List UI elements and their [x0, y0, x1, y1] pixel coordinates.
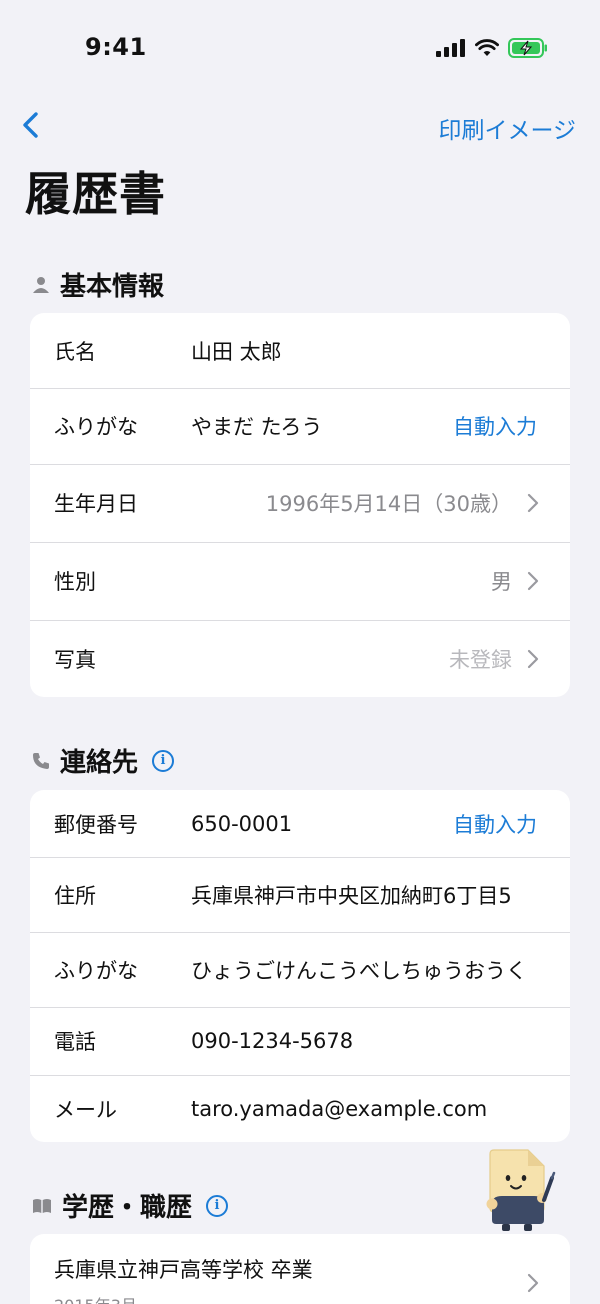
address-value: 兵庫県神戸市中央区加納町6丁目5	[191, 883, 512, 908]
auto-fill-button[interactable]: 自動入力	[453, 411, 537, 441]
phone-icon	[33, 752, 49, 769]
section-title: 基本情報	[60, 272, 165, 302]
row-label: 写真	[54, 647, 96, 672]
status-time: 9:41	[85, 33, 147, 61]
row-label: 住所	[54, 883, 96, 908]
row-label: 電話	[54, 1030, 96, 1054]
name-value: 山田 太郎	[191, 339, 282, 364]
section-title: 連絡先	[60, 748, 139, 778]
gender-value: 男	[491, 570, 512, 594]
person-icon	[33, 276, 49, 293]
chevron-right-icon	[527, 493, 539, 513]
row-photo[interactable]: 写真 未登録	[30, 620, 570, 697]
row-gender[interactable]: 性別 男	[30, 542, 570, 620]
book-icon	[33, 1198, 51, 1213]
row-name[interactable]: 氏名 山田 太郎	[30, 313, 570, 388]
history-item-date: 2015年3月	[54, 1292, 137, 1304]
row-label: メール	[54, 1097, 117, 1122]
row-birthdate[interactable]: 生年月日 1996年5月14日（30歳）	[30, 464, 570, 542]
assistant-mascot-icon[interactable]	[478, 1146, 562, 1236]
row-furigana[interactable]: ふりがな やまだ たろう 自動入力	[30, 388, 570, 464]
contact-card: 郵便番号 650-0001 自動入力 住所 兵庫県神戸市中央区加納町6丁目5 ふ…	[30, 790, 570, 1142]
row-label: 氏名	[54, 339, 96, 364]
row-label: ふりがな	[54, 958, 138, 983]
info-icon[interactable]: i	[206, 1194, 229, 1217]
row-postal-code[interactable]: 郵便番号 650-0001 自動入力	[30, 790, 570, 857]
chevron-right-icon	[527, 649, 539, 668]
history-card: 兵庫県立神戸高等学校 卒業 2015年3月	[30, 1234, 570, 1304]
email-value: taro.yamada@example.com	[191, 1096, 488, 1121]
row-label: ふりがな	[54, 415, 138, 439]
status-bar: 9:41	[0, 0, 600, 100]
row-email[interactable]: メール taro.yamada@example.com	[30, 1075, 570, 1142]
status-icons	[436, 38, 548, 58]
row-label: 生年月日	[54, 492, 138, 516]
history-item[interactable]: 兵庫県立神戸高等学校 卒業 2015年3月	[30, 1234, 570, 1304]
battery-charging-icon	[508, 38, 547, 58]
wifi-icon	[475, 39, 499, 56]
row-address[interactable]: 住所 兵庫県神戸市中央区加納町6丁目5	[30, 857, 570, 932]
info-icon[interactable]: i	[152, 749, 175, 772]
furigana-value: やまだ たろう	[191, 415, 323, 439]
row-phone[interactable]: 電話 090-1234-5678	[30, 1007, 570, 1075]
row-address-furigana[interactable]: ふりがな ひょうごけんこうべしちゅうおうく	[30, 932, 570, 1007]
row-label: 郵便番号	[54, 812, 138, 837]
section-header-basic: 基本情報	[32, 266, 164, 303]
chevron-right-icon	[527, 1273, 539, 1293]
row-label: 性別	[54, 570, 96, 594]
chevron-right-icon	[527, 571, 539, 591]
phone-value: 090-1234-5678	[191, 1029, 354, 1053]
photo-value: 未登録	[449, 647, 512, 672]
postal-code-value: 650-0001	[191, 811, 293, 836]
auto-fill-button[interactable]: 自動入力	[453, 809, 537, 839]
birthdate-value: 1996年5月14日（30歳）	[265, 492, 512, 516]
address-furigana-value: ひょうごけんこうべしちゅうおうく	[191, 958, 527, 983]
section-header-history: 学歴・職歴 i	[32, 1187, 229, 1224]
section-title: 学歴・職歴	[62, 1193, 193, 1223]
print-preview-link[interactable]: 印刷イメージ	[438, 111, 576, 145]
back-chevron-icon[interactable]	[18, 110, 48, 140]
section-header-contact: 連絡先 i	[32, 742, 175, 779]
cellular-signal-icon	[436, 39, 465, 57]
page-title: 履歴書	[25, 167, 166, 221]
history-item-title: 兵庫県立神戸高等学校 卒業	[54, 1258, 313, 1282]
basic-info-card: 氏名 山田 太郎 ふりがな やまだ たろう 自動入力 生年月日 1996年5月1…	[30, 313, 570, 697]
nav-bar: 印刷イメージ	[0, 100, 600, 150]
